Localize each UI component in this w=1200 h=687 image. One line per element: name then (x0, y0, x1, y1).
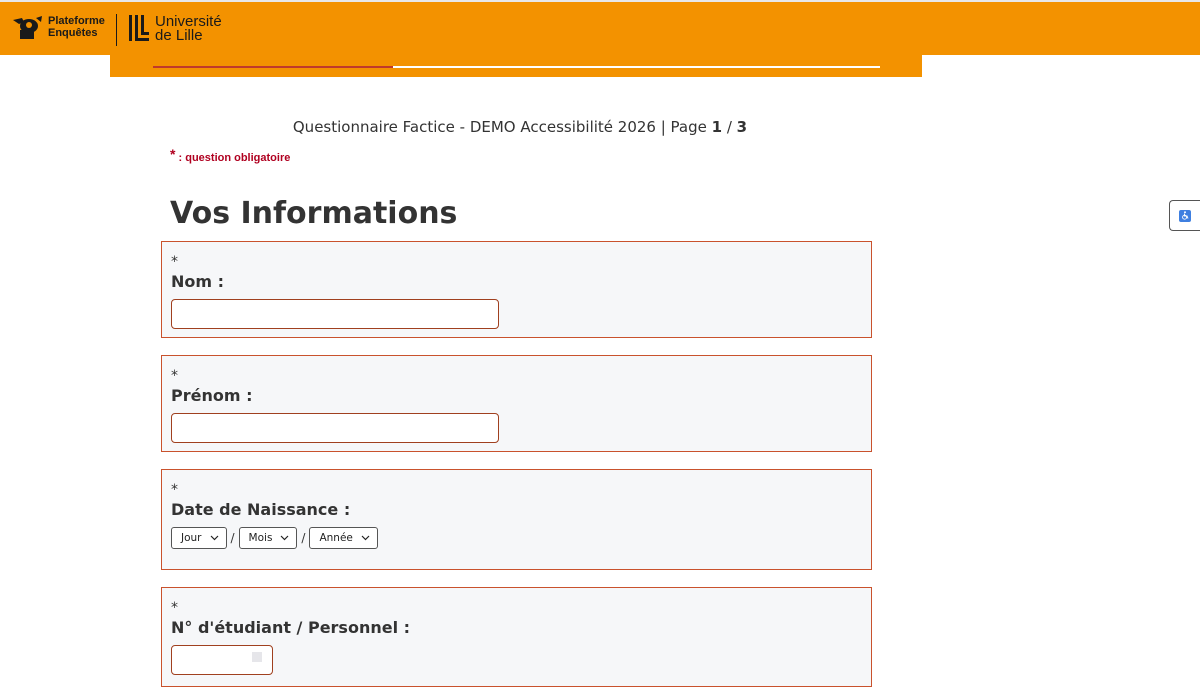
progress-fill (153, 66, 393, 68)
year-select[interactable]: Année (309, 527, 378, 549)
chevron-down-icon (280, 535, 289, 541)
page-total: 3 (736, 118, 748, 136)
chevron-down-icon (361, 535, 370, 541)
logo-line-2: Enquêtes (48, 27, 98, 39)
question-numero-etudiant: * N° d'étudiant / Personnel : (161, 587, 872, 687)
plateforme-logo-text: Plateforme Enquêtes (48, 15, 105, 39)
day-select-label: Jour (181, 532, 202, 544)
required-asterisk: * (171, 254, 178, 270)
spinner-icon[interactable] (252, 652, 262, 662)
required-asterisk: * (171, 368, 178, 384)
survey-platform-icon (13, 16, 42, 39)
question-nom: * Nom : (161, 241, 872, 338)
required-question-note: * : question obligatoire (170, 146, 290, 164)
question-date-naissance: * Date de Naissance : Jour / Mois / Anné… (161, 469, 872, 570)
date-separator: / (301, 531, 306, 545)
question-prenom: * Prénom : (161, 355, 872, 452)
progress-bar-container (110, 55, 922, 77)
question-label-prenom: Prénom : (171, 386, 253, 405)
required-asterisk: * (171, 482, 178, 498)
ulille-logo-text: Université de Lille (155, 14, 222, 44)
year-select-label: Année (319, 532, 353, 544)
universite-de-lille-logo[interactable]: Université de Lille (128, 14, 222, 44)
page-title: Questionnaire Factice - DEMO Accessibili… (160, 118, 880, 136)
page-separator: / (722, 118, 737, 136)
question-label-nom: Nom : (171, 272, 225, 291)
header-bar: Plateforme Enquêtes Université de Lille (0, 0, 1200, 55)
required-note-text: : question obligatoire (178, 152, 291, 164)
wheelchair-icon (1181, 211, 1188, 220)
question-label-numero: N° d'étudiant / Personnel : (171, 618, 411, 637)
month-select[interactable]: Mois (238, 527, 298, 549)
birth-date-selects: Jour / Mois / Année (171, 527, 378, 549)
survey-title: Questionnaire Factice - DEMO Accessibili… (292, 118, 712, 136)
day-select[interactable]: Jour (171, 527, 227, 549)
numero-etudiant-input[interactable] (171, 645, 273, 675)
plateforme-enquetes-logo[interactable]: Plateforme Enquêtes (10, 10, 105, 44)
logo-line-1: Plateforme (48, 15, 105, 27)
logo-divider (116, 14, 117, 46)
ulille-mark-icon (129, 15, 149, 41)
date-separator: / (230, 531, 235, 545)
required-asterisk: * (171, 600, 178, 616)
month-select-label: Mois (248, 532, 273, 544)
accessibility-button[interactable] (1169, 200, 1200, 231)
question-label-date: Date de Naissance : (171, 500, 351, 519)
chevron-down-icon (210, 535, 218, 541)
page-current: 1 (711, 118, 723, 136)
ulille-line-2: de Lille (155, 27, 203, 44)
nom-input[interactable] (171, 299, 499, 329)
accessibility-icon (1179, 209, 1191, 222)
required-star-icon: * (170, 146, 176, 162)
prenom-input[interactable] (171, 413, 499, 443)
section-heading: Vos Informations (170, 196, 458, 231)
progress-track (153, 66, 880, 68)
